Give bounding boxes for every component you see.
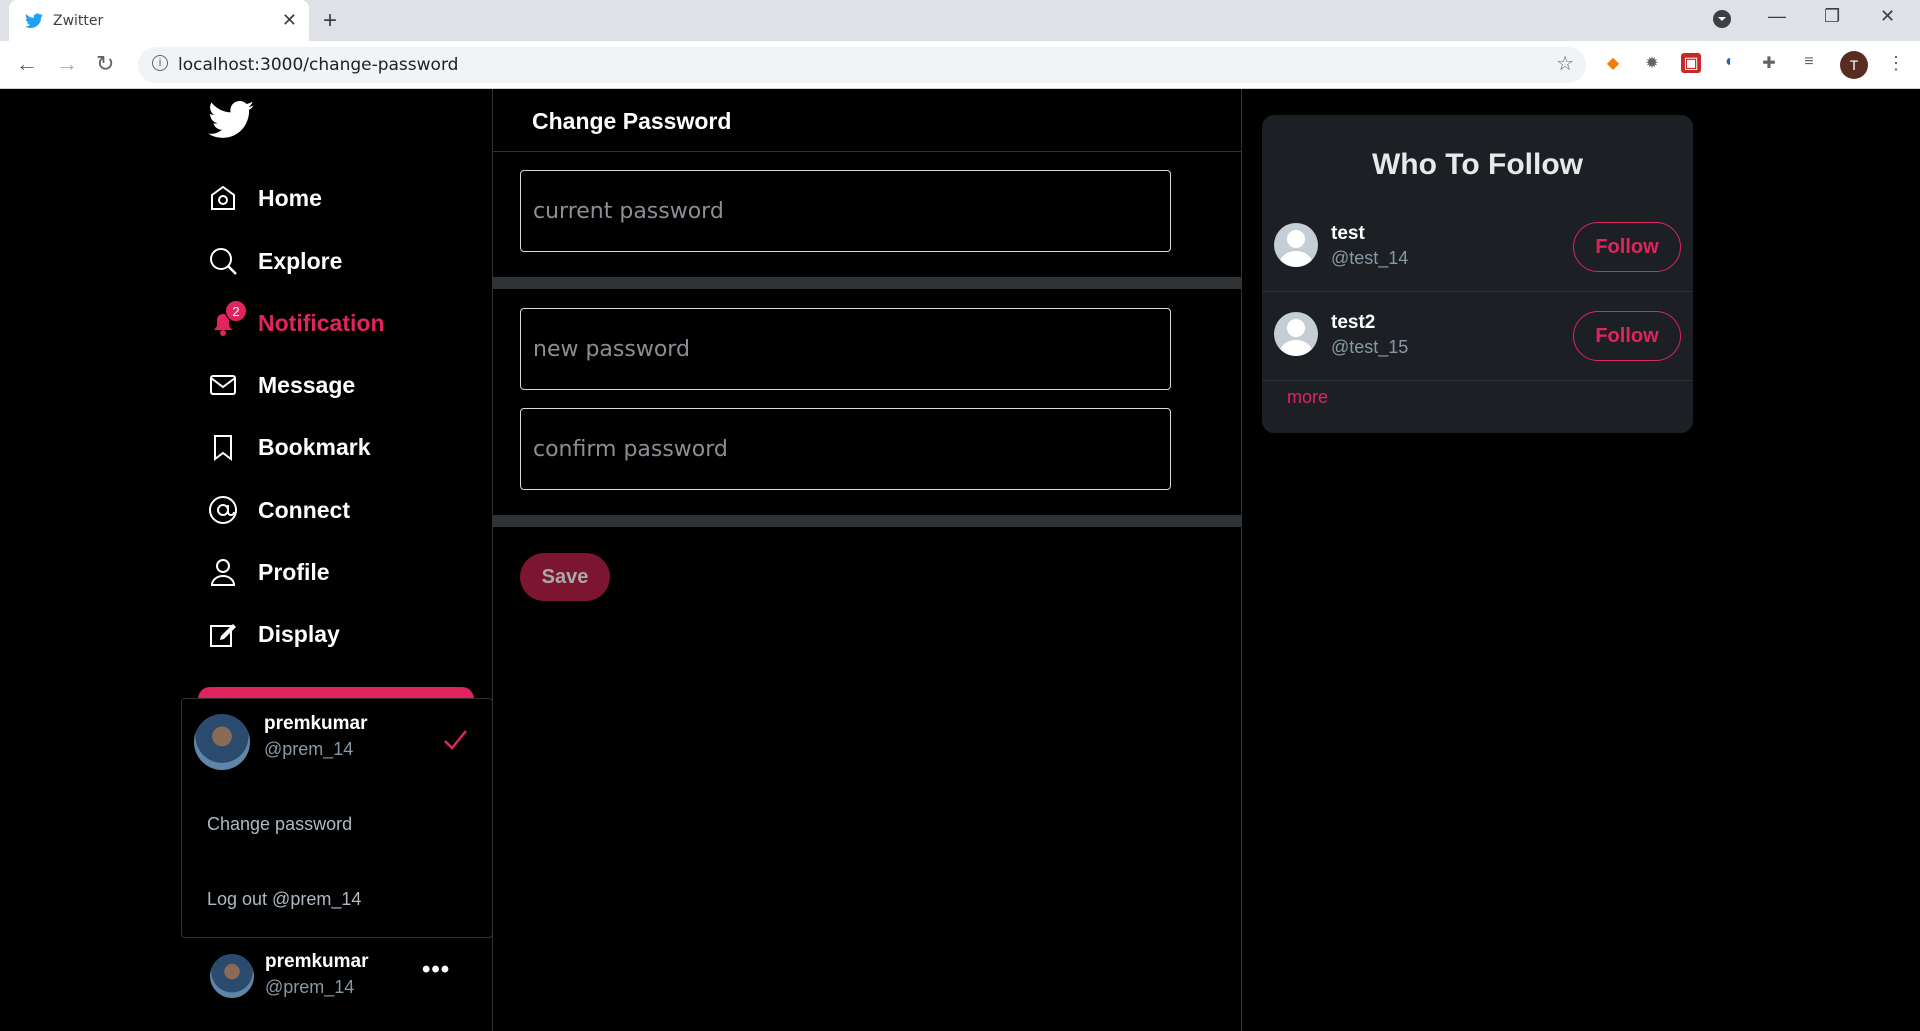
nav-connect-label: Connect <box>258 496 350 523</box>
nav-explore-label: Explore <box>258 247 343 274</box>
address-bar[interactable]: i localhost:3000/change-password ☆ <box>138 47 1586 83</box>
logout-link[interactable]: Log out @prem_14 <box>207 889 361 910</box>
close-tab-icon[interactable]: ✕ <box>282 10 297 31</box>
media-control-icon[interactable]: ≡ <box>1799 53 1819 73</box>
nav-home[interactable]: Home <box>208 178 322 218</box>
bookmark-icon <box>214 435 232 461</box>
nav-explore[interactable]: Explore <box>208 241 342 281</box>
popup-avatar <box>194 714 250 770</box>
browser-profile-avatar[interactable]: T <box>1840 51 1868 79</box>
popup-account-handle: @prem_14 <box>264 739 354 759</box>
browser-tab-strip: Zwitter ✕ + — ❐ ✕ <box>0 0 1920 41</box>
section-divider <box>493 515 1241 527</box>
tab-search-icon[interactable] <box>1712 9 1732 34</box>
nav-display[interactable]: Display <box>208 614 340 654</box>
bookmark-star-icon[interactable]: ☆ <box>1556 51 1574 76</box>
notification-badge: 2 <box>225 300 247 322</box>
at-icon <box>209 496 237 524</box>
more-options-icon[interactable]: ••• <box>422 956 450 984</box>
suggestion-handle: @test_14 <box>1331 248 1409 268</box>
confirm-password-field[interactable] <box>520 408 1171 490</box>
current-user-name: premkumar <box>265 951 369 972</box>
left-sidebar: Home Explore 2 Notification Message Book… <box>60 89 493 1031</box>
restore-icon[interactable]: ❐ <box>1824 6 1840 27</box>
nav-profile-label: Profile <box>258 558 330 585</box>
nav-message[interactable]: Message <box>208 365 355 405</box>
who-to-follow-card: Who To Follow test @test_14 Follow test2… <box>1262 115 1693 433</box>
more-link[interactable]: more <box>1287 387 1328 408</box>
back-icon[interactable]: ← <box>16 51 38 77</box>
extension-4-icon[interactable]: ◐ <box>1720 53 1740 73</box>
main-column: Change Password Save <box>492 89 1242 1031</box>
app-root: Home Explore 2 Notification Message Book… <box>0 89 1920 1031</box>
nav-bookmark[interactable]: Bookmark <box>208 427 370 467</box>
close-window-icon[interactable]: ✕ <box>1880 6 1895 27</box>
nav-connect[interactable]: Connect <box>208 490 350 530</box>
who-to-follow-title: Who To Follow <box>1371 148 1584 181</box>
default-avatar-icon <box>1274 223 1318 267</box>
url-text: localhost:3000/change-password <box>178 55 459 75</box>
follow-suggestion-row: test @test_14 Follow <box>1262 203 1693 292</box>
edit-icon <box>210 624 236 647</box>
follow-button[interactable]: Follow <box>1573 222 1681 272</box>
popup-account-name: premkumar <box>264 713 368 734</box>
site-info-icon[interactable]: i <box>152 55 168 71</box>
section-divider <box>493 277 1241 289</box>
nav-message-label: Message <box>258 371 356 398</box>
nav-display-label: Display <box>258 620 340 647</box>
nav-profile[interactable]: Profile <box>208 552 330 592</box>
extension-bug-icon[interactable]: ✹ <box>1642 53 1662 73</box>
browser-toolbar: ← → ↻ i localhost:3000/change-password ☆… <box>0 41 1920 89</box>
forward-icon[interactable]: → <box>56 51 78 77</box>
new-password-field[interactable] <box>520 308 1171 390</box>
default-avatar-icon <box>1274 312 1318 356</box>
suggestion-name: test <box>1331 223 1365 244</box>
user-icon <box>210 559 236 586</box>
follow-suggestion-row: test2 @test_15 Follow <box>1262 292 1693 381</box>
change-password-link[interactable]: Change password <box>207 814 352 835</box>
current-password-field[interactable] <box>520 170 1171 252</box>
search-icon <box>210 248 237 275</box>
extensions-puzzle-icon[interactable]: ✚ <box>1759 53 1779 73</box>
nav-home-label: Home <box>258 184 322 211</box>
nav-bookmark-label: Bookmark <box>258 433 371 460</box>
nav-notification[interactable]: 2 Notification <box>208 300 385 343</box>
minimize-icon[interactable]: — <box>1768 6 1786 27</box>
save-button[interactable]: Save <box>520 553 610 601</box>
extension-1-icon[interactable]: ◆ <box>1603 53 1623 73</box>
new-tab-icon[interactable]: + <box>323 7 337 35</box>
twitter-favicon-icon <box>25 12 43 28</box>
main-header: Change Password <box>493 89 1241 152</box>
twitter-logo-icon[interactable] <box>208 101 254 139</box>
notification-icon-wrap: 2 <box>208 300 247 338</box>
browser-tab[interactable]: Zwitter ✕ <box>9 0 309 41</box>
current-user-avatar <box>210 954 254 998</box>
follow-button[interactable]: Follow <box>1573 311 1681 361</box>
check-icon <box>444 730 467 750</box>
page-title: Change Password <box>532 108 732 134</box>
account-popup: premkumar @prem_14 Change password Log o… <box>181 698 493 938</box>
mail-icon <box>210 375 236 395</box>
suggestion-name: test2 <box>1331 312 1376 333</box>
tab-title: Zwitter <box>53 12 104 29</box>
current-user-handle: @prem_14 <box>265 977 355 997</box>
suggestion-handle: @test_15 <box>1331 337 1409 357</box>
reload-icon[interactable]: ↻ <box>96 51 114 77</box>
home-icon <box>211 185 235 210</box>
extension-3-icon[interactable]: ▣ <box>1681 53 1701 73</box>
nav-notification-label: Notification <box>258 309 385 336</box>
browser-menu-icon[interactable]: ⋮ <box>1886 53 1906 73</box>
